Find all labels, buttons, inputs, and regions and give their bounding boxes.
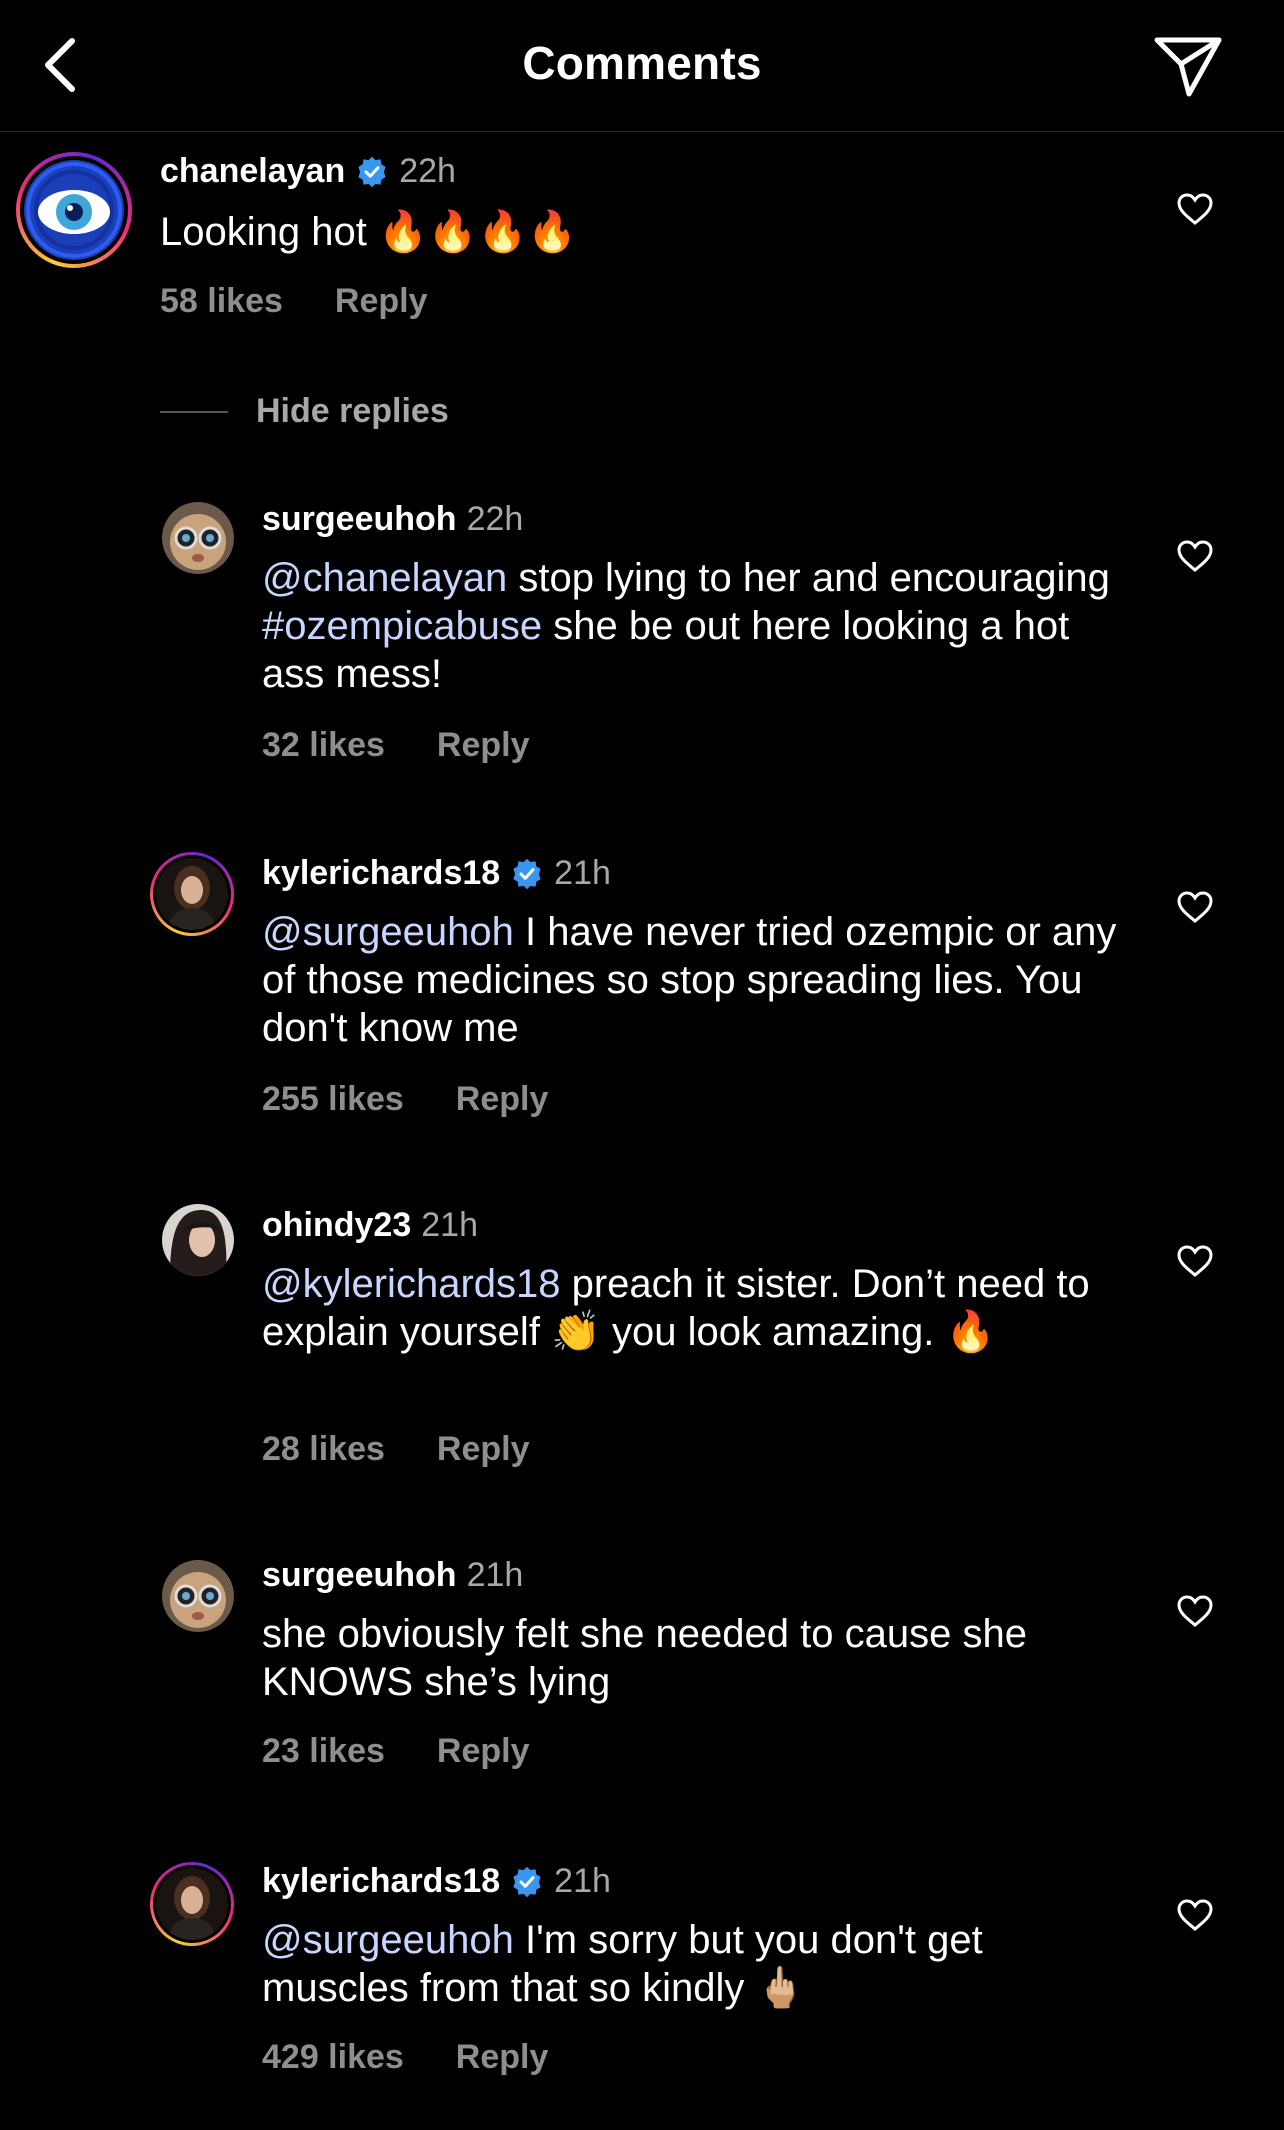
page-title: Comments [522, 37, 762, 89]
cartoon-face-avatar-icon [162, 502, 234, 574]
reply-button[interactable]: Reply [456, 2038, 549, 2077]
like-button[interactable] [1172, 186, 1218, 232]
comment-time: 21h [421, 1206, 478, 1244]
username[interactable]: surgeeuhoh [262, 1556, 457, 1595]
comment-meta: surgeeuhoh 21h [262, 1556, 523, 1595]
like-button[interactable] [1172, 1892, 1218, 1938]
comment-text: @chanelayan stop lying to her and encour… [262, 554, 1122, 698]
comment-meta: kylerichards18 21h [262, 854, 611, 893]
cartoon-face-avatar-icon [162, 1560, 234, 1632]
username[interactable]: ohindy23 [262, 1206, 411, 1245]
username[interactable]: chanelayan [160, 152, 345, 191]
heart-icon [1177, 193, 1213, 225]
comment-text: Looking hot 🔥🔥🔥🔥 [160, 210, 578, 254]
profile-photo-icon [156, 1868, 228, 1940]
avatar[interactable] [162, 1560, 234, 1632]
verified-badge-icon [513, 1866, 541, 1897]
hide-replies-button[interactable]: Hide replies [160, 392, 449, 431]
heart-icon [1177, 1899, 1213, 1931]
evil-eye-icon [24, 160, 124, 260]
avatar[interactable] [150, 852, 234, 936]
comment-actions: 429 likes Reply [262, 2038, 548, 2077]
comment-text: @kylerichards18 preach it sister. Don’t … [262, 1260, 1122, 1356]
header-bar: Comments [0, 0, 1284, 132]
hide-replies-label: Hide replies [256, 392, 449, 430]
comment-actions: 58 likes Reply [160, 282, 427, 321]
verified-badge-icon [358, 156, 386, 187]
divider [160, 410, 228, 413]
reply-button[interactable]: Reply [335, 282, 428, 321]
likes-count[interactable]: 23 likes [262, 1732, 385, 1771]
reply-button[interactable]: Reply [437, 726, 530, 765]
username[interactable]: surgeeuhoh [262, 500, 457, 539]
comment-time: 21h [554, 1862, 611, 1900]
profile-photo-icon [162, 1204, 234, 1276]
heart-icon [1177, 540, 1213, 572]
profile-photo-icon [156, 858, 228, 930]
mention-link[interactable]: @surgeeuhoh [262, 1918, 514, 1962]
comment-body: stop lying to her and encouraging [507, 556, 1110, 600]
avatar[interactable] [16, 152, 132, 268]
comment-meta: ohindy23 21h [262, 1206, 478, 1245]
comment-time: 21h [554, 854, 611, 892]
paper-plane-icon [1154, 37, 1222, 97]
avatar[interactable] [162, 1204, 234, 1276]
comment-time: 22h [399, 152, 456, 190]
comment-time: 22h [466, 500, 524, 538]
comments-screen: Comments chanelayan 22h Looking hot 🔥🔥🔥🔥… [0, 0, 1284, 2130]
mention-link[interactable]: @surgeeuhoh [262, 910, 514, 954]
avatar[interactable] [150, 1862, 234, 1946]
like-button[interactable] [1172, 884, 1218, 930]
hashtag-link[interactable]: #ozempicabuse [262, 604, 542, 648]
comment-meta: chanelayan 22h [160, 152, 456, 191]
likes-count[interactable]: 429 likes [262, 2038, 404, 2077]
reply-button[interactable]: Reply [456, 1080, 549, 1119]
like-button[interactable] [1172, 533, 1218, 579]
heart-icon [1177, 1245, 1213, 1277]
reply-button[interactable]: Reply [437, 1430, 530, 1469]
username[interactable]: kylerichards18 [262, 1862, 500, 1901]
like-button[interactable] [1172, 1588, 1218, 1634]
likes-count[interactable]: 255 likes [262, 1080, 404, 1119]
comment-time: 21h [466, 1556, 524, 1594]
heart-icon [1177, 891, 1213, 923]
likes-count[interactable]: 32 likes [262, 726, 385, 765]
mention-link[interactable]: @kylerichards18 [262, 1262, 561, 1306]
likes-count[interactable]: 58 likes [160, 282, 283, 321]
comment-actions: 255 likes Reply [262, 1080, 548, 1119]
comment-actions: 28 likes Reply [262, 1430, 529, 1469]
like-button[interactable] [1172, 1238, 1218, 1284]
heart-icon [1177, 1595, 1213, 1627]
share-button[interactable] [1148, 30, 1228, 102]
comment-actions: 23 likes Reply [262, 1732, 529, 1771]
comment-text: @surgeeuhoh I'm sorry but you don't get … [262, 1916, 1122, 2012]
comment-meta: surgeeuhoh 22h [262, 500, 523, 539]
username[interactable]: kylerichards18 [262, 854, 500, 893]
likes-count[interactable]: 28 likes [262, 1430, 385, 1469]
comment-actions: 32 likes Reply [262, 726, 529, 765]
comment-text: she obviously felt she needed to cause s… [262, 1612, 1027, 1704]
comment-meta: kylerichards18 21h [262, 1862, 611, 1901]
mention-link[interactable]: @chanelayan [262, 556, 507, 600]
avatar[interactable] [162, 502, 234, 574]
reply-button[interactable]: Reply [437, 1732, 530, 1771]
comment-text: @surgeeuhoh I have never tried ozempic o… [262, 908, 1122, 1052]
verified-badge-icon [513, 858, 541, 889]
